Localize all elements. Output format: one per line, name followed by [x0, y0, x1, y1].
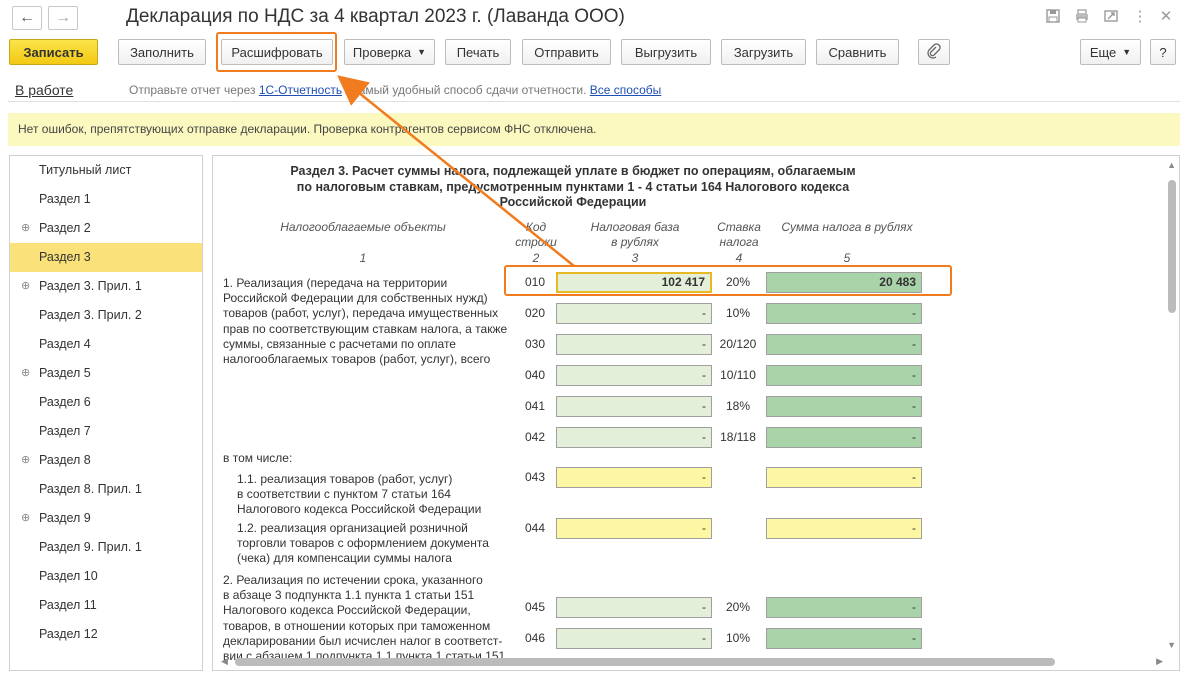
- annotation-arrow-icon: [337, 75, 575, 267]
